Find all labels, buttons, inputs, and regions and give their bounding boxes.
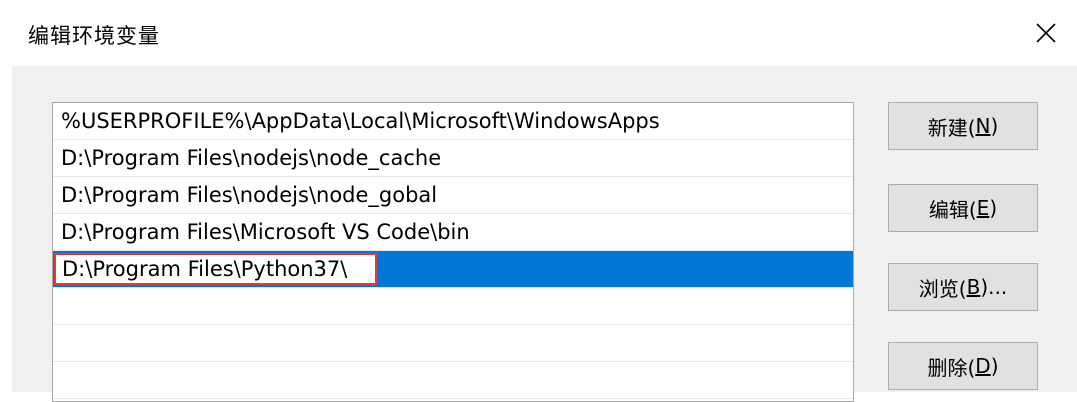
delete-button-accel: D bbox=[975, 354, 991, 378]
new-button-label-end: ) bbox=[990, 114, 999, 138]
list-item-empty[interactable] bbox=[53, 362, 853, 399]
close-button[interactable] bbox=[1015, 0, 1077, 66]
dialog-body: %USERPROFILE%\AppData\Local\Microsoft\Wi… bbox=[12, 66, 1077, 402]
list-item-empty[interactable] bbox=[53, 288, 853, 325]
list-item-selected[interactable]: D:\Program Files\Python37\ bbox=[53, 251, 853, 288]
close-icon bbox=[1036, 23, 1056, 43]
list-item[interactable]: %USERPROFILE%\AppData\Local\Microsoft\Wi… bbox=[53, 103, 853, 140]
edit-button-label-end: ) bbox=[989, 196, 998, 220]
edit-button-label: 编辑( bbox=[928, 197, 977, 222]
list-item[interactable]: D:\Program Files\Microsoft VS Code\bin bbox=[53, 214, 853, 251]
list-item-empty[interactable] bbox=[53, 325, 853, 362]
path-edit-input[interactable]: D:\Program Files\Python37\ bbox=[54, 253, 358, 285]
browse-button[interactable]: 浏览(B)... bbox=[888, 263, 1038, 311]
edit-button[interactable]: 编辑(E) bbox=[888, 184, 1038, 232]
title-bar: 编辑环境变量 bbox=[0, 0, 1077, 66]
window-title: 编辑环境变量 bbox=[28, 24, 160, 48]
path-list[interactable]: %USERPROFILE%\AppData\Local\Microsoft\Wi… bbox=[52, 102, 854, 402]
new-button-label: 新建( bbox=[927, 115, 976, 140]
new-button-accel: N bbox=[975, 114, 991, 138]
edit-button-accel: E bbox=[976, 196, 990, 220]
delete-button-label: 删除( bbox=[927, 355, 976, 380]
list-item[interactable]: D:\Program Files\nodejs\node_cache bbox=[53, 140, 853, 177]
list-item[interactable]: D:\Program Files\nodejs\node_gobal bbox=[53, 177, 853, 214]
delete-button[interactable]: 删除(D) bbox=[888, 342, 1038, 390]
new-button[interactable]: 新建(N) bbox=[888, 102, 1038, 150]
browse-button-accel: B bbox=[966, 275, 981, 299]
delete-button-label-end: ) bbox=[990, 354, 999, 378]
inline-edit: D:\Program Files\Python37\ bbox=[54, 252, 378, 286]
browse-button-label-end: )... bbox=[980, 275, 1008, 299]
browse-button-label: 浏览( bbox=[918, 276, 967, 301]
edit-caret-area bbox=[355, 253, 378, 285]
